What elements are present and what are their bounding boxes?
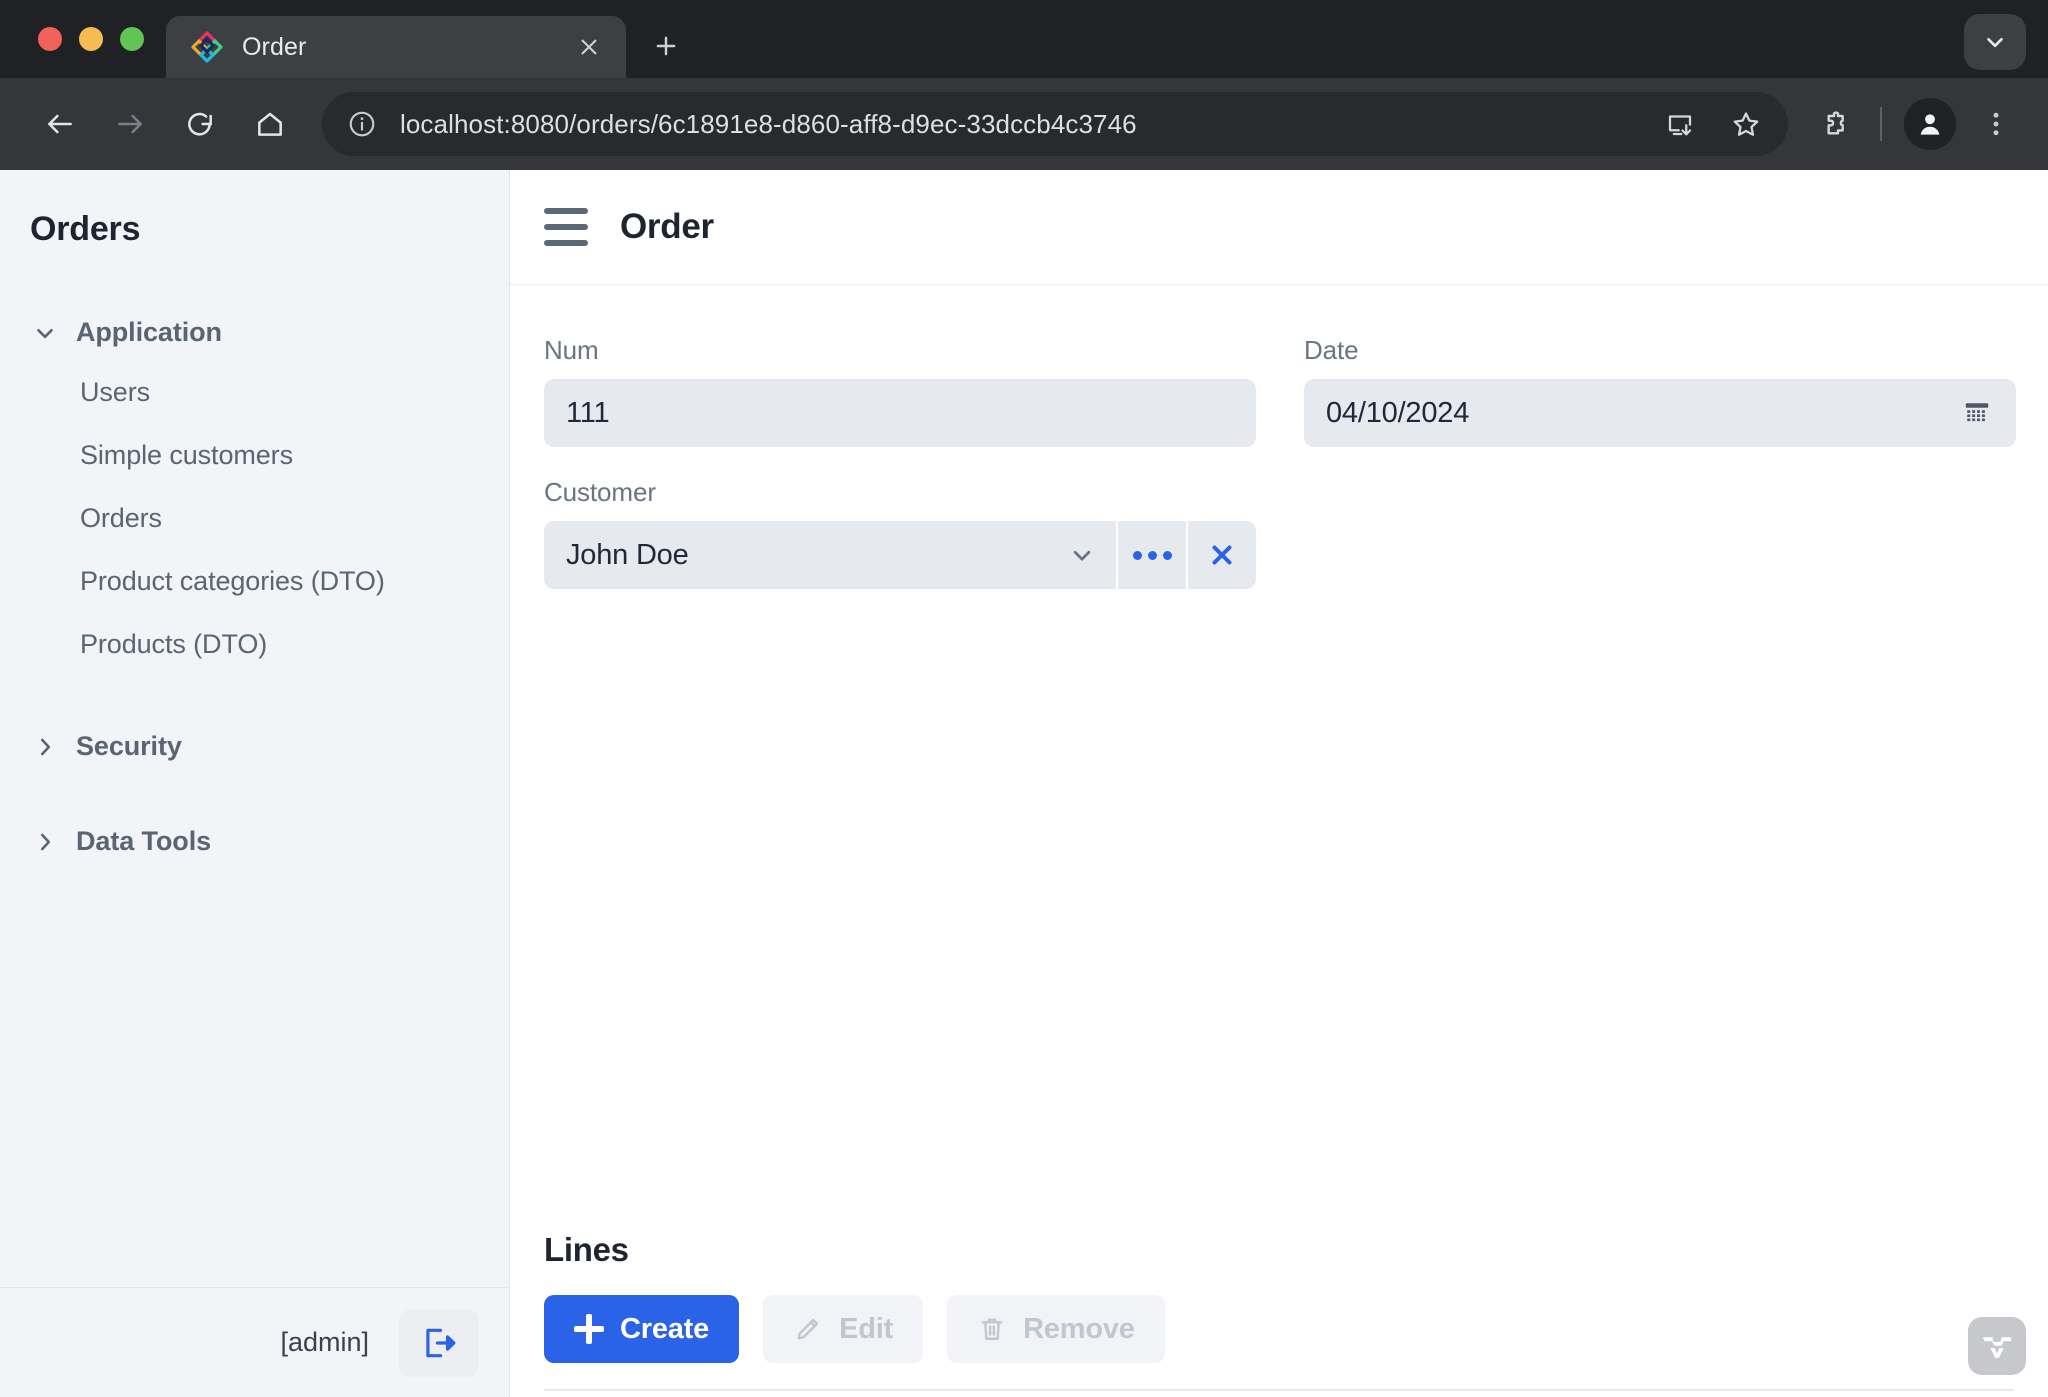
forward-button[interactable] xyxy=(98,92,162,156)
minimize-window-button[interactable] xyxy=(79,27,103,51)
num-input[interactable]: 111 xyxy=(544,379,1256,447)
date-value: 04/10/2024 xyxy=(1326,397,1960,430)
customer-picker: John Doe xyxy=(544,521,1256,589)
address-bar[interactable]: localhost:8080/orders/6c1891e8-d860-aff8… xyxy=(322,92,1788,156)
calendar-icon[interactable] xyxy=(1960,396,1994,430)
hamburger-icon[interactable] xyxy=(544,208,588,246)
create-button-label: Create xyxy=(620,1313,709,1346)
main-header: Order xyxy=(510,170,2048,285)
tab-title: Order xyxy=(242,33,552,62)
url-text: localhost:8080/orders/6c1891e8-d860-aff8… xyxy=(400,109,1638,140)
sidebar-group-label: Data Tools xyxy=(76,826,211,857)
toolbar-divider xyxy=(1880,107,1882,141)
sidebar-item-products[interactable]: Products (DTO) xyxy=(0,613,509,676)
customer-lookup-button[interactable] xyxy=(1118,521,1186,589)
browser-tab[interactable]: Order xyxy=(166,16,626,78)
sidebar-item-users[interactable]: Users xyxy=(0,361,509,424)
home-icon xyxy=(254,108,286,140)
page-viewport: Orders Application Users Simple customer… xyxy=(0,170,2048,1397)
chevron-down-icon[interactable] xyxy=(1062,535,1102,575)
current-user-label: [admin] xyxy=(280,1327,369,1358)
main-panel: Order Num 111 Date 04/10/2024 xyxy=(510,170,2048,1397)
info-circle-icon[interactable] xyxy=(342,104,382,144)
edit-button[interactable]: Edit xyxy=(763,1295,923,1363)
edit-button-label: Edit xyxy=(839,1313,893,1346)
sidebar-group-label: Security xyxy=(76,731,182,762)
lines-action-bar: Create Edit xyxy=(544,1295,2014,1363)
customer-value: John Doe xyxy=(566,539,1062,572)
ellipsis-icon xyxy=(1133,551,1172,560)
back-button[interactable] xyxy=(28,92,92,156)
field-label-date: Date xyxy=(1304,335,2016,366)
date-input[interactable]: 04/10/2024 xyxy=(1304,379,2016,447)
plus-icon xyxy=(652,32,680,60)
trash-icon xyxy=(977,1314,1007,1344)
vaadin-logo-icon[interactable] xyxy=(1968,1317,2026,1375)
customer-input[interactable]: John Doe xyxy=(544,521,1116,589)
sidebar: Orders Application Users Simple customer… xyxy=(0,170,510,1397)
reload-icon xyxy=(184,108,216,140)
jmix-diamond-icon xyxy=(190,30,224,64)
account-avatar-icon xyxy=(1915,109,1945,139)
sidebar-group-label: Application xyxy=(76,317,222,348)
remove-button-label: Remove xyxy=(1023,1313,1135,1346)
chevron-right-icon xyxy=(32,829,58,855)
close-icon[interactable] xyxy=(570,28,608,66)
close-window-button[interactable] xyxy=(38,27,62,51)
new-tab-button[interactable] xyxy=(638,18,694,74)
logout-icon xyxy=(420,1324,458,1362)
extensions-button[interactable] xyxy=(1808,96,1864,152)
reload-button[interactable] xyxy=(168,92,232,156)
create-button[interactable]: Create xyxy=(544,1295,739,1363)
logout-button[interactable] xyxy=(399,1309,479,1377)
sidebar-header: Orders xyxy=(0,170,509,278)
field-date: Date 04/10/2024 xyxy=(1304,335,2016,447)
app-title: Orders xyxy=(30,210,509,249)
customer-clear-button[interactable] xyxy=(1188,521,1256,589)
pencil-icon xyxy=(793,1314,823,1344)
remove-button[interactable]: Remove xyxy=(947,1295,1165,1363)
three-dots-vertical-icon xyxy=(1980,108,2012,140)
tab-list-dropdown[interactable] xyxy=(1964,14,2026,70)
page-title: Order xyxy=(620,207,714,247)
field-label-num: Num xyxy=(544,335,1256,366)
form-row-1: Num 111 Date 04/10/2024 xyxy=(544,335,2014,447)
form-footer-actions: OK Cancel xyxy=(544,1391,2014,1397)
chevron-down-icon xyxy=(1982,29,2008,55)
sidebar-group-data-tools[interactable]: Data Tools xyxy=(0,813,509,870)
profile-button[interactable] xyxy=(1904,98,1956,150)
field-num: Num 111 xyxy=(544,335,1256,447)
sidebar-item-product-categories[interactable]: Product categories (DTO) xyxy=(0,550,509,613)
arrow-left-icon xyxy=(44,108,76,140)
sidebar-nav: Application Users Simple customers Order… xyxy=(0,278,509,1287)
browser-toolbar: localhost:8080/orders/6c1891e8-d860-aff8… xyxy=(0,78,2048,170)
sidebar-item-orders[interactable]: Orders xyxy=(0,487,509,550)
close-x-icon xyxy=(1207,540,1237,570)
sidebar-item-simple-customers[interactable]: Simple customers xyxy=(0,424,509,487)
field-customer: Customer John Doe xyxy=(544,477,1256,1189)
sidebar-footer: [admin] xyxy=(0,1287,509,1397)
window-traffic-lights xyxy=(28,0,166,78)
nav-spacer xyxy=(0,775,509,813)
star-icon[interactable] xyxy=(1722,100,1770,148)
field-label-customer: Customer xyxy=(544,477,1256,508)
puzzle-icon xyxy=(1820,108,1852,140)
home-button[interactable] xyxy=(238,92,302,156)
browser-window: Order xyxy=(0,0,2048,1397)
arrow-right-icon xyxy=(114,108,146,140)
maximize-window-button[interactable] xyxy=(120,27,144,51)
lines-section-title: Lines xyxy=(544,1231,2014,1269)
chevron-right-icon xyxy=(32,734,58,760)
num-value: 111 xyxy=(566,397,1234,430)
tab-strip: Order xyxy=(0,0,2048,78)
browser-menu-button[interactable] xyxy=(1968,96,2024,152)
sidebar-group-security[interactable]: Security xyxy=(0,718,509,775)
nav-spacer xyxy=(0,676,509,718)
form-body: Num 111 Date 04/10/2024 xyxy=(510,285,2048,1397)
install-app-icon[interactable] xyxy=(1656,100,1704,148)
plus-icon xyxy=(574,1314,604,1344)
sidebar-group-application[interactable]: Application xyxy=(0,304,509,361)
chevron-down-icon xyxy=(32,320,58,346)
